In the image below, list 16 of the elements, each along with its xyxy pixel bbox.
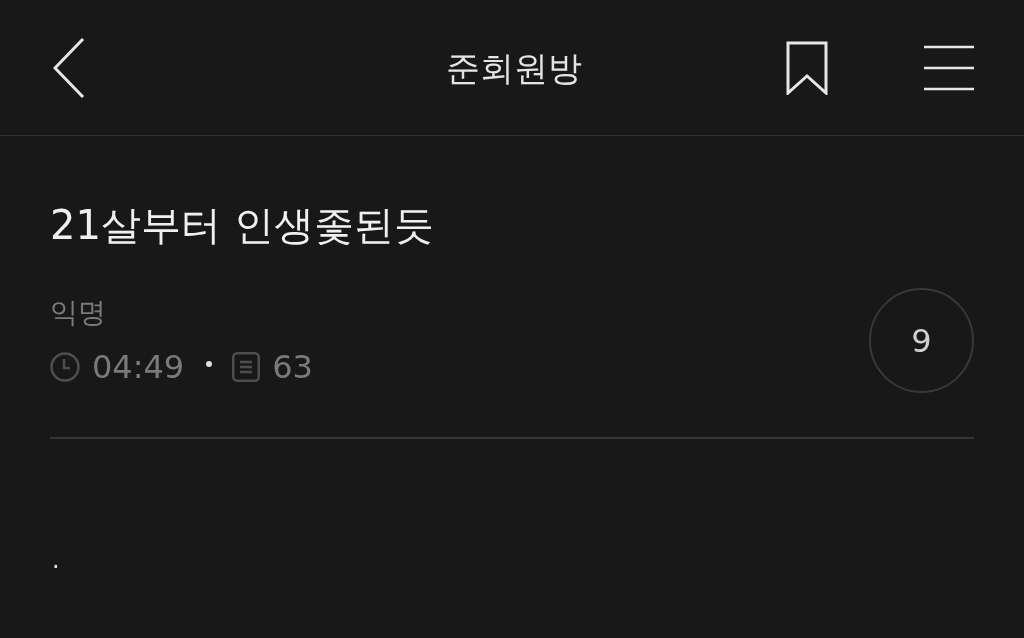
back-chevron-icon [53,37,85,98]
post-count: 63 [272,346,313,387]
bookmark-icon [786,40,828,95]
count-circle[interactable]: 9 [869,288,974,393]
document-icon [232,351,261,382]
post-title: 21살부터 인생좇된듯 [50,201,435,250]
bookmark-button[interactable] [786,40,828,95]
author-name: 익명 [50,294,106,331]
separator-dot-icon [206,360,213,367]
clock-icon [50,351,80,382]
board-title: 준회원방 [445,46,582,89]
post-body: . [52,545,60,575]
back-button[interactable] [53,37,85,98]
menu-button[interactable] [924,44,974,91]
post-time: 04:49 [92,346,185,387]
menu-icon [924,44,974,91]
